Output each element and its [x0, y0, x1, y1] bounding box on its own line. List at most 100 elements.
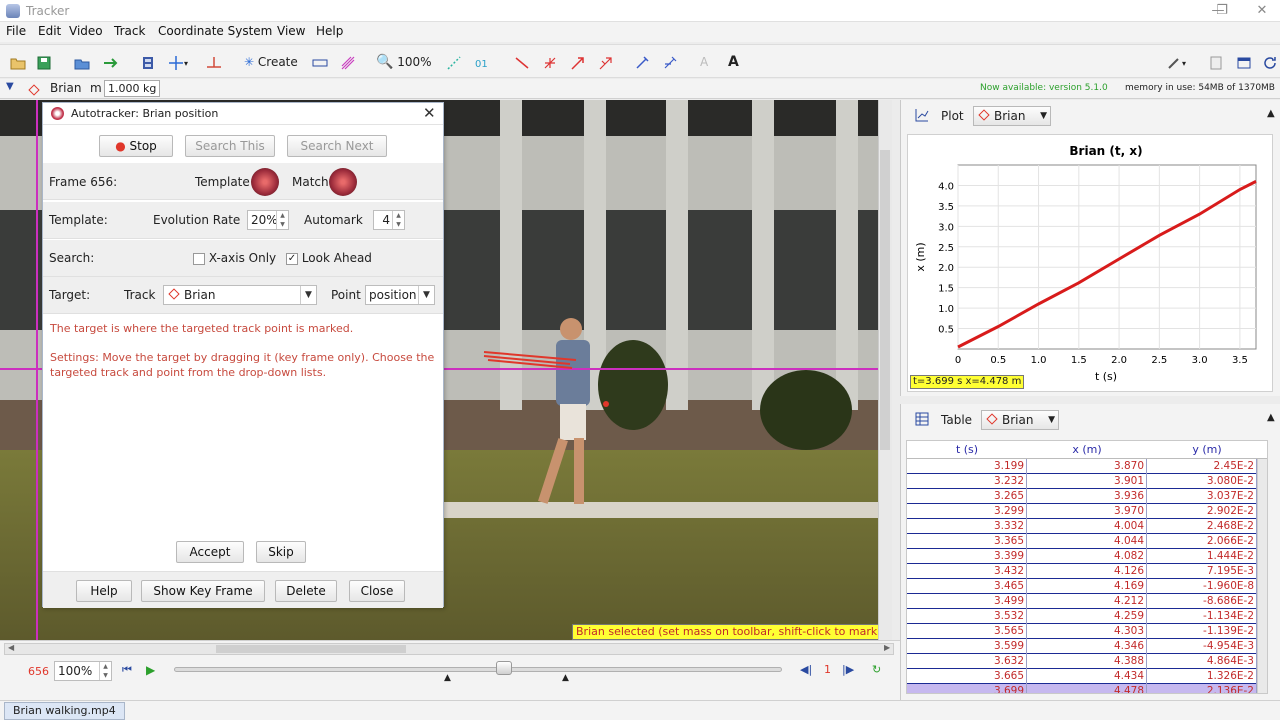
- step-size[interactable]: 1: [824, 663, 831, 676]
- table-row[interactable]: 3.365 4.044 2.066E-2: [907, 534, 1267, 549]
- axes-icon[interactable]: ▾: [168, 52, 188, 72]
- close-window-icon[interactable]: ✕: [1244, 2, 1280, 20]
- zoom-button[interactable]: 🔍 100%: [376, 52, 432, 72]
- refresh-icon[interactable]: [1262, 52, 1278, 72]
- track-select[interactable]: Brian ▼: [163, 285, 317, 305]
- video-hscroll[interactable]: [4, 643, 894, 655]
- menu-video[interactable]: Video: [69, 24, 103, 38]
- plot-svg[interactable]: Brian (t, x) 0 0.5 1.0 1.5 2.0 2.5 3.0 3.5 0.5 1.…: [908, 135, 1274, 393]
- accept-button[interactable]: Accept: [176, 541, 244, 563]
- data-tool-icon[interactable]: 01: [474, 52, 490, 72]
- xaxis-only-checkbox[interactable]: X-axis Only: [193, 251, 276, 265]
- play-icon[interactable]: ▶: [146, 663, 155, 677]
- clip-settings-icon[interactable]: [102, 52, 118, 72]
- menu-edit[interactable]: Edit: [38, 24, 61, 38]
- reset-icon[interactable]: ⏮: [122, 663, 132, 677]
- font-smaller-icon[interactable]: A: [700, 52, 708, 72]
- file-tab[interactable]: Brian walking.mp4: [4, 702, 125, 720]
- film-icon[interactable]: [140, 52, 156, 72]
- search-next-button[interactable]: Search Next: [287, 135, 387, 157]
- open-folder-icon[interactable]: [10, 52, 26, 72]
- video-vscroll-thumb[interactable]: [880, 150, 890, 450]
- show-key-frame-button[interactable]: Show Key Frame: [141, 580, 265, 602]
- step-forward-icon[interactable]: |▶: [842, 663, 854, 676]
- y-axis-line[interactable]: [36, 100, 38, 640]
- line-tool-icon[interactable]: [514, 52, 530, 72]
- collapse-icon[interactable]: ▲: [1267, 412, 1275, 423]
- collapse-icon[interactable]: ▲: [1267, 108, 1275, 119]
- table-row[interactable]: 3.232 3.901 3.080E-2: [907, 474, 1267, 489]
- scroll-right-icon[interactable]: ▶: [884, 643, 890, 652]
- dialog-close-icon[interactable]: ✕: [423, 104, 436, 122]
- column-header-x[interactable]: x (m): [1027, 443, 1147, 456]
- data-table[interactable]: t (s) x (m) y (m) 3.199 3.870 2.45E-2 3.232…: [906, 440, 1268, 694]
- table-row[interactable]: 3.265 3.936 3.037E-2: [907, 489, 1267, 504]
- slider-thumb[interactable]: [496, 661, 512, 675]
- table-track-select[interactable]: Brian ▼: [981, 410, 1059, 430]
- table-row[interactable]: 3.699 4.478 2.136E-2: [907, 684, 1267, 693]
- checkbox-checked-icon[interactable]: ✓: [286, 252, 298, 265]
- vector-sum-icon[interactable]: [446, 52, 462, 72]
- plot-track-select[interactable]: Brian ▼: [973, 106, 1051, 126]
- table-row[interactable]: 3.432 4.126 7.195E-3: [907, 564, 1267, 579]
- scroll-left-icon[interactable]: ◀: [8, 643, 14, 652]
- table-row[interactable]: 3.499 4.212 -8.686E-2: [907, 594, 1267, 609]
- plot-area[interactable]: Brian (t, x) 0 0.5 1.0 1.5 2.0 2.5 3.0 3.5 0.5 1.…: [907, 134, 1273, 392]
- track-point-marker[interactable]: [603, 401, 609, 407]
- ruler-icon[interactable]: [312, 52, 328, 72]
- rate-stepper[interactable]: 100% ▲ ▼: [54, 661, 112, 681]
- table-row[interactable]: 3.465 4.169 -1.960E-8: [907, 579, 1267, 594]
- table-row[interactable]: 3.632 4.388 4.864E-3: [907, 654, 1267, 669]
- window-layout-icon[interactable]: [1236, 52, 1252, 72]
- automark-stepper[interactable]: 4 ▲ ▼: [373, 210, 405, 230]
- track-menu-arrow-icon[interactable]: ▼: [6, 81, 14, 92]
- column-header-y[interactable]: y (m): [1147, 443, 1267, 456]
- video-hscroll-thumb[interactable]: [216, 645, 406, 653]
- create-track-button[interactable]: ✳ Create: [244, 52, 298, 72]
- trails-icon[interactable]: [340, 52, 356, 72]
- chevron-down-icon[interactable]: ▼: [1048, 411, 1055, 429]
- evolution-rate-stepper[interactable]: 20% ▲ ▼: [247, 210, 289, 230]
- table-row[interactable]: 3.565 4.303 -1.139E-2: [907, 624, 1267, 639]
- calibration-icon[interactable]: [206, 52, 222, 72]
- delete-button[interactable]: Delete: [275, 580, 337, 602]
- menu-track[interactable]: Track: [114, 24, 145, 38]
- skip-button[interactable]: Skip: [256, 541, 306, 563]
- table-icon[interactable]: [915, 412, 929, 429]
- column-header-t[interactable]: t (s): [907, 443, 1027, 456]
- checkbox-empty-icon[interactable]: [193, 252, 205, 265]
- menu-help[interactable]: Help: [316, 24, 343, 38]
- path-icon[interactable]: [598, 52, 614, 72]
- chevron-down-icon[interactable]: ▼: [418, 286, 434, 304]
- save-icon[interactable]: [36, 52, 52, 72]
- mass-input[interactable]: 1.000 kg: [104, 80, 160, 97]
- search-this-button[interactable]: Search This: [185, 135, 275, 157]
- table-row[interactable]: 3.332 4.004 2.468E-2: [907, 519, 1267, 534]
- point-mass-icon[interactable]: [542, 52, 558, 72]
- table-row[interactable]: 3.399 4.082 1.444E-2: [907, 549, 1267, 564]
- table-row[interactable]: 3.299 3.970 2.902E-2: [907, 504, 1267, 519]
- stop-button[interactable]: ● Stop: [99, 135, 173, 157]
- loop-icon[interactable]: ↻: [872, 663, 881, 676]
- table-row[interactable]: 3.665 4.434 1.326E-2: [907, 669, 1267, 684]
- start-marker-icon[interactable]: ▲: [444, 673, 451, 683]
- open-video-icon[interactable]: [74, 52, 90, 72]
- chevron-down-icon[interactable]: ▼: [1040, 107, 1047, 125]
- dialog-close-button[interactable]: Close: [349, 580, 405, 602]
- draw-pencil-icon[interactable]: ▾: [1166, 52, 1186, 72]
- table-row[interactable]: 3.199 3.870 2.45E-2: [907, 459, 1267, 474]
- look-ahead-checkbox[interactable]: ✓ Look Ahead: [286, 251, 372, 265]
- stepper-arrows-icon[interactable]: ▲ ▼: [276, 211, 288, 229]
- track-name-label[interactable]: Brian: [50, 81, 81, 95]
- menu-file[interactable]: File: [6, 24, 26, 38]
- point-select[interactable]: position ▼: [365, 285, 435, 305]
- vector-icon[interactable]: [570, 52, 586, 72]
- playback-slider[interactable]: [174, 667, 782, 672]
- stepper-arrows-icon[interactable]: ▲ ▼: [392, 211, 404, 229]
- table-row[interactable]: 3.532 4.259 -1.134E-2: [907, 609, 1267, 624]
- stepper-arrows-icon[interactable]: ▲ ▼: [99, 662, 111, 680]
- font-larger-icon[interactable]: A: [728, 52, 739, 72]
- chevron-down-icon[interactable]: ▼: [300, 286, 316, 304]
- table-row[interactable]: 3.599 4.346 -4.954E-3: [907, 639, 1267, 654]
- restore-icon[interactable]: ❐: [1204, 2, 1240, 20]
